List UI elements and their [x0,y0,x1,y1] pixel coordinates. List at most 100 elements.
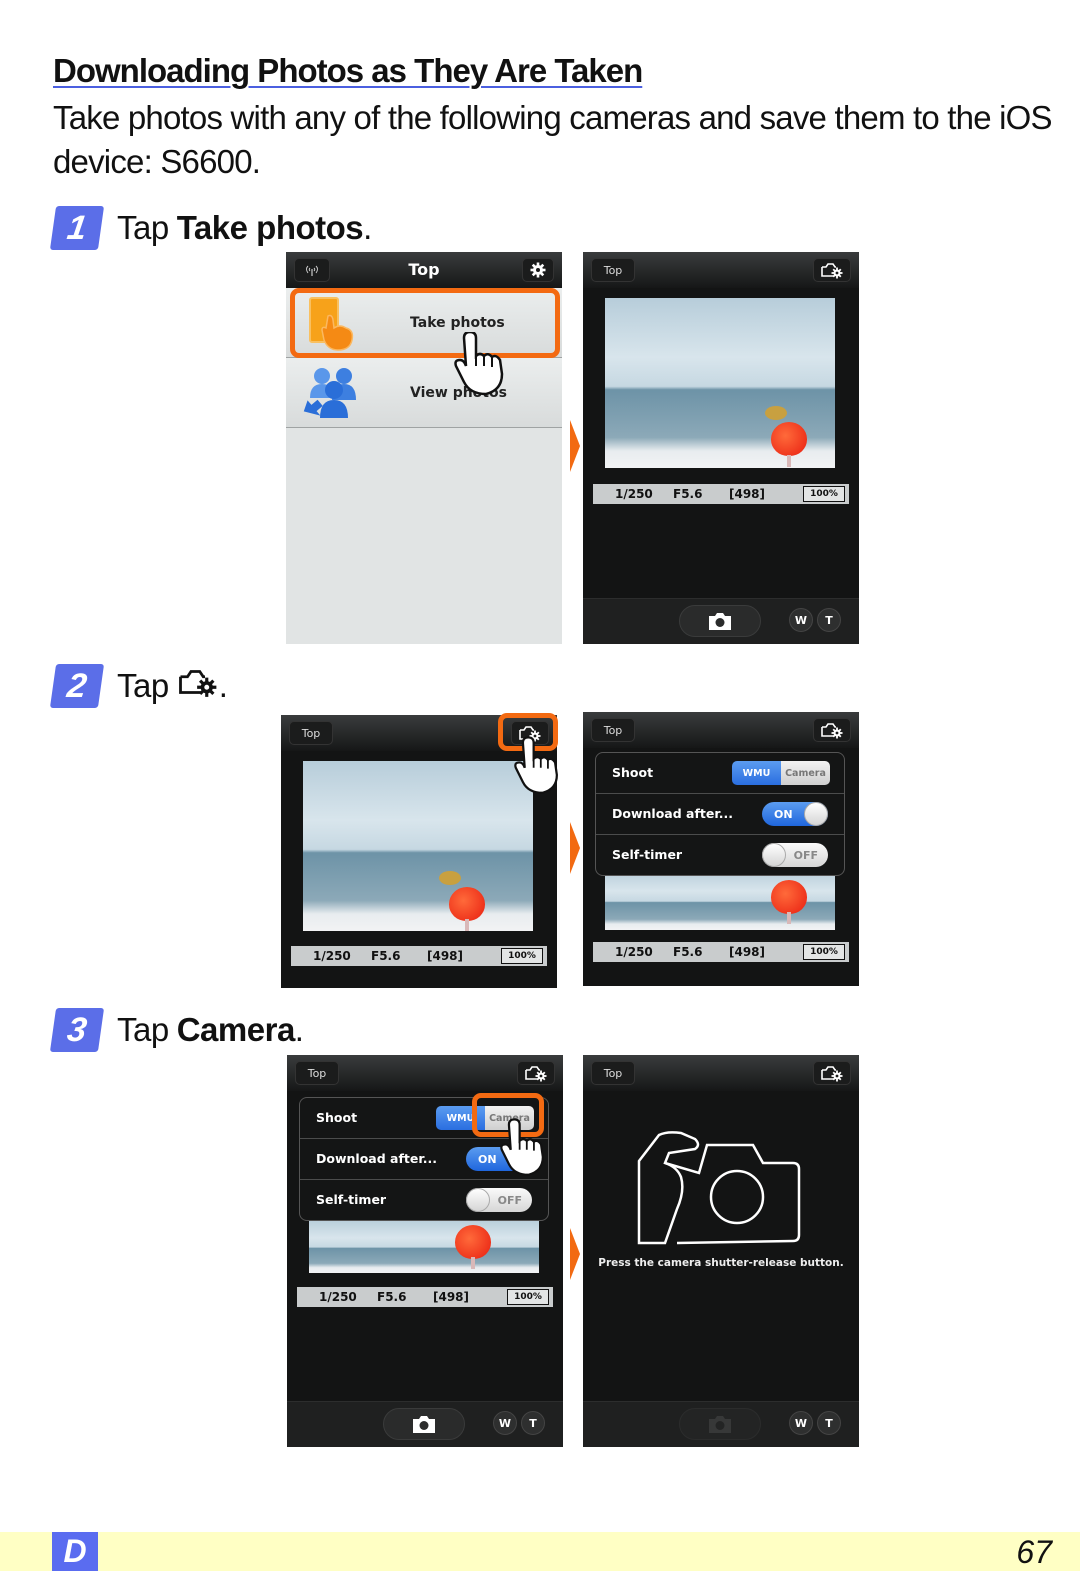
live-view-preview [605,298,835,468]
instruction-message: Press the camera shutter-release button. [598,1257,844,1269]
control-bar: W T [287,1401,563,1447]
zoom-tele-button[interactable]: T [817,608,841,632]
camera-icon [709,613,731,630]
step-suffix: . [218,667,228,704]
tap-highlight [290,288,560,358]
shooting-info-bar: 1/250 F5.6 [498] 100% [593,942,849,962]
step-prefix: Tap [117,1011,169,1048]
toggle-state: OFF [497,1193,522,1207]
screen-top-menu: Top Take photos View photos [286,252,562,644]
screen-shooting: Top 1/250 F5.6 [498] 100% W T [583,252,859,644]
menu-item-view-photos[interactable]: View photos [286,358,562,428]
page-footer: D 67 [0,1532,1080,1571]
top-back-button[interactable]: Top [591,1061,635,1085]
gear-icon[interactable] [522,258,554,282]
toggle-state: ON [478,1152,497,1166]
self-timer-toggle[interactable]: OFF [762,843,828,867]
camera-settings-icon [177,665,219,707]
step-number: 3 [49,1008,105,1052]
step-target: Camera [176,1011,296,1048]
nav-bar: Top [583,1055,859,1091]
setting-label: Shoot [612,765,654,780]
camera-icon [709,1416,731,1433]
nav-title: Top [408,260,440,279]
top-back-button[interactable]: Top [289,721,333,745]
setting-label: Self-timer [316,1192,387,1207]
zoom-wide-button[interactable]: W [493,1411,517,1435]
shutter-speed: 1/250 [615,945,653,959]
shots-remaining: [498] [729,487,766,501]
setting-label: Shoot [316,1110,358,1125]
control-bar: W T [583,598,859,644]
camera-icon [413,1416,435,1433]
step-prefix: Tap [117,667,169,704]
screen-settings-panel: Top Shoot WMU Camera Download after... O… [583,712,859,986]
toggle-state: OFF [793,848,818,862]
nav-bar: Top [286,252,562,288]
step-2: 2 Tap . [49,664,228,708]
next-arrow-icon [570,1228,580,1280]
nav-bar: Top [583,712,859,748]
setting-label: Download after... [612,806,733,821]
setting-self-timer: Self-timer OFF [596,835,844,876]
top-back-button[interactable]: Top [295,1061,339,1085]
zoom-tele-button[interactable]: T [817,1411,841,1435]
settings-panel: Shoot WMU Camera Download after... ON Se… [595,752,845,876]
pointing-hand-icon [514,736,564,800]
battery-indicator: 100% [803,486,845,502]
view-photos-icon [300,364,360,426]
step-1: 1 Tap Take photos. [49,206,372,250]
aperture: F5.6 [371,949,401,963]
shots-remaining: [498] [433,1290,470,1304]
zoom-wide-button[interactable]: W [789,608,813,632]
screen-camera-mode: Top Press the camera shutter-release but… [583,1055,859,1447]
page-title: Downloading Photos as They Are Taken [53,52,643,89]
live-view-preview [309,1219,539,1273]
pointing-hand-icon [500,1118,550,1182]
self-timer-toggle[interactable]: OFF [466,1188,532,1212]
live-view-preview [303,761,533,931]
battery-indicator: 100% [501,948,543,964]
section-tab: D [52,1532,98,1571]
nav-bar: Top [287,1055,563,1091]
step-prefix: Tap [117,209,169,246]
next-arrow-icon [570,420,580,472]
setting-label: Download after... [316,1151,437,1166]
live-view-preview [605,870,835,930]
setting-shoot: Shoot WMU Camera [596,753,844,794]
shutter-speed: 1/250 [313,949,351,963]
shots-remaining: [498] [427,949,464,963]
download-after-toggle[interactable]: ON [762,802,828,826]
shutter-speed: 1/250 [615,487,653,501]
hand-holding-camera-icon [637,1131,803,1249]
shutter-button[interactable] [383,1408,465,1440]
shooting-info-bar: 1/250 F5.6 [498] 100% [297,1287,553,1307]
shoot-segmented-control[interactable]: WMU Camera [732,761,830,785]
shooting-info-bar: 1/250 F5.6 [498] 100% [593,484,849,504]
aperture: F5.6 [377,1290,407,1304]
intro-paragraph: Take photos with any of the following ca… [53,99,1053,180]
camera-settings-icon[interactable] [813,1061,851,1085]
aperture: F5.6 [673,945,703,959]
zoom-tele-button[interactable]: T [521,1411,545,1435]
camera-settings-icon[interactable] [813,718,851,742]
step-3: 3 Tap Camera. [49,1008,304,1052]
step-suffix: . [294,1011,304,1048]
segment-camera[interactable]: Camera [781,761,830,785]
step-instruction: Tap Camera. [117,1011,304,1049]
top-back-button[interactable]: Top [591,718,635,742]
setting-download-after: Download after... ON [596,794,844,835]
camera-settings-icon[interactable] [813,258,851,282]
segment-wmu[interactable]: WMU [732,761,781,785]
control-bar: W T [583,1401,859,1447]
step-instruction: Tap Take photos. [117,209,372,247]
top-back-button[interactable]: Top [591,258,635,282]
camera-settings-icon[interactable] [517,1061,555,1085]
toggle-state: ON [774,807,793,821]
step-number: 2 [49,664,105,708]
zoom-wide-button[interactable]: W [789,1411,813,1435]
step-suffix: . [363,209,372,246]
nav-bar: Top [583,252,859,288]
page-number: 67 [1016,1534,1052,1570]
shutter-button[interactable] [679,605,761,637]
